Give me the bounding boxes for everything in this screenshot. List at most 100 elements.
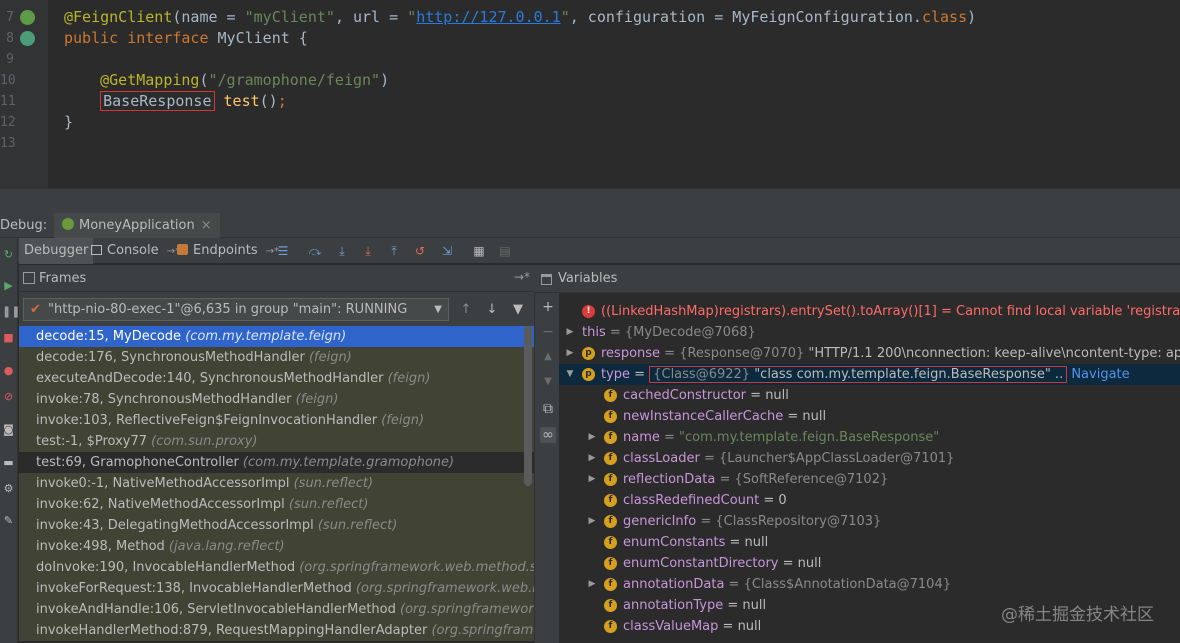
run-to-cursor-icon[interactable]: ⇲: [440, 244, 454, 258]
mute-breakpoints-icon[interactable]: ⊘: [2, 390, 15, 403]
variable-row[interactable]: f cachedConstructor = null: [559, 385, 1180, 406]
camera-icon[interactable]: ◙: [2, 423, 15, 436]
next-frame-icon[interactable]: ↓: [484, 302, 500, 318]
move-up-icon[interactable]: ▲: [540, 349, 556, 365]
stack-frame-row[interactable]: invokeHandlerMethod:879, RequestMappingH…: [19, 620, 534, 641]
copy-icon[interactable]: ⧉: [540, 401, 556, 417]
stack-frame-row[interactable]: decode:176, SynchronousMethodHandler (fe…: [19, 347, 534, 368]
code-token: @FeignClient: [64, 8, 173, 26]
expand-arrow-icon[interactable]: ▶: [565, 322, 575, 343]
frame-package: (org.springframework.web.method.s: [355, 581, 534, 596]
variable-row[interactable]: ▶ f classLoader = {Launcher$AppClassLoader…: [559, 448, 1180, 469]
stack-frame-row[interactable]: decode:15, MyDecode (com.my.template.fei…: [19, 326, 534, 347]
trace-stream-icon[interactable]: ▤: [498, 244, 512, 258]
stack-frame-row[interactable]: invoke0:-1, NativeMethodAccessorImpl (su…: [19, 473, 534, 494]
variable-name: classValueMap: [623, 619, 719, 634]
layout-icon[interactable]: ▬: [2, 456, 15, 469]
resume-icon[interactable]: ▶: [2, 279, 15, 292]
variable-text: this = {MyDecode@7068}: [582, 322, 756, 343]
filter-icon[interactable]: ▼: [510, 302, 526, 318]
variable-row[interactable]: f enumConstants = null: [559, 532, 1180, 553]
collapse-arrow-icon[interactable]: ▼: [565, 364, 575, 385]
variable-row[interactable]: ▶ f annotationData = {Class$AnnotationData…: [559, 574, 1180, 595]
rerun-icon[interactable]: ↻: [2, 248, 15, 261]
debug-toolbar: Debugger Console →* Endpoints →* ☰ ⤼ ⤓ ⤓…: [0, 238, 1180, 264]
step-into-icon[interactable]: ⤓: [335, 244, 349, 258]
code-editor[interactable]: 7 @FeignClient(name = "myClient", url = "…: [0, 0, 1180, 188]
stack-frame-row[interactable]: invokeForRequest:138, InvocableHandlerMe…: [19, 578, 534, 599]
evaluate-expression-icon[interactable]: ▦: [472, 244, 486, 258]
variable-row[interactable]: ! ((LinkedHashMap)registrars).entrySet().…: [559, 301, 1180, 322]
variables-header: Variables: [534, 265, 1180, 293]
expand-arrow-icon[interactable]: ▶: [565, 343, 575, 364]
expand-arrow-icon[interactable]: ▶: [587, 427, 597, 448]
stack-frame-row[interactable]: executeAndDecode:140, SynchronousMethodH…: [19, 368, 534, 389]
line-number: 7: [6, 10, 14, 25]
close-icon[interactable]: ×: [201, 218, 212, 233]
stack-frame-row[interactable]: invoke:78, SynchronousMethodHandler (fei…: [19, 389, 534, 410]
navigate-link[interactable]: Navigate: [1067, 367, 1129, 382]
variable-text: classValueMap = null: [623, 616, 761, 637]
step-out-icon[interactable]: ⤒: [387, 244, 401, 258]
pin-tab-icon[interactable]: →*: [514, 270, 530, 284]
debug-session-label: MoneyApplication: [79, 218, 195, 233]
view-breakpoints-icon[interactable]: ●: [2, 364, 15, 377]
show-watches-icon[interactable]: ∞: [540, 427, 556, 443]
variable-row[interactable]: f enumConstantDirectory = null: [559, 553, 1180, 574]
show-execution-point-icon[interactable]: ☰: [276, 244, 290, 258]
code-token: ): [967, 8, 977, 26]
step-over-icon[interactable]: ⤼: [308, 244, 322, 258]
frame-method: invoke:103, ReflectiveFeign$FeignInvocat…: [36, 413, 382, 428]
spring-boot-icon: [62, 218, 74, 230]
stack-frame-row[interactable]: invokeAndHandle:106, ServletInvocableHan…: [19, 599, 534, 620]
stack-frame-row[interactable]: invoke:103, ReflectiveFeign$FeignInvocat…: [19, 410, 534, 431]
remove-watch-icon[interactable]: −: [540, 324, 556, 340]
variable-row[interactable]: ▶ f name = "com.my.template.feign.BaseResp…: [559, 427, 1180, 448]
stack-frame-row[interactable]: doInvoke:190, InvocableHandlerMethod (or…: [19, 557, 534, 578]
variable-row[interactable]: f classRedefinedCount = 0: [559, 490, 1180, 511]
stack-frame-row[interactable]: test:-1, $Proxy77 (com.sun.proxy): [19, 431, 534, 452]
variable-row[interactable]: ▼ p type = {Class@6922} "class com.my.temp…: [559, 364, 1180, 385]
expand-arrow-icon[interactable]: ▶: [587, 469, 597, 490]
stack-frame-row[interactable]: invoke:43, DelegatingMethodAccessorImpl …: [19, 515, 534, 536]
variable-row[interactable]: f newInstanceCallerCache = null: [559, 406, 1180, 427]
variable-text: classRedefinedCount = 0: [623, 490, 787, 511]
frame-method: invoke:43, DelegatingMethodAccessorImpl: [36, 518, 318, 533]
pin-icon[interactable]: ✎: [2, 514, 15, 527]
tab-endpoints[interactable]: Endpoints →*: [172, 238, 284, 264]
variable-row[interactable]: ▶ f genericInfo = {ClassRepository@7103}: [559, 511, 1180, 532]
feign-client-icon[interactable]: [20, 31, 35, 46]
field-icon: f: [604, 452, 617, 465]
expand-arrow-icon[interactable]: ▶: [587, 511, 597, 532]
force-step-into-icon[interactable]: ⤓: [361, 244, 375, 258]
expand-arrow-icon[interactable]: ▶: [587, 574, 597, 595]
debug-session-tab[interactable]: MoneyApplication ×: [54, 213, 220, 238]
stop-icon[interactable]: ■: [2, 331, 15, 344]
thread-select[interactable]: ✔ "http-nio-80-exec-1"@6,635 in group "m…: [23, 298, 449, 321]
expand-arrow-icon[interactable]: ▶: [587, 448, 597, 469]
stack-frame-row[interactable]: invoke:62, NativeMethodAccessorImpl (sun…: [19, 494, 534, 515]
frames-header: Frames →*: [19, 265, 534, 292]
variable-text: type = {Class@6922} "class com.my.templa…: [601, 364, 1130, 385]
code-token: "/gramophone/feign": [208, 71, 381, 89]
drop-frame-icon[interactable]: ↺: [413, 244, 427, 258]
spring-bean-icon[interactable]: [20, 10, 35, 25]
variable-row[interactable]: ▶ this = {MyDecode@7068}: [559, 322, 1180, 343]
code-line: 8 public interface MyClient {: [0, 28, 1180, 49]
move-down-icon[interactable]: ▼: [540, 374, 556, 390]
code-line: 11 BaseResponse test();: [0, 91, 1180, 112]
variable-row[interactable]: ▶ f reflectionData = {SoftReference@7102}: [559, 469, 1180, 490]
line-number: 9: [6, 52, 14, 67]
code-line: 9: [0, 49, 1180, 70]
tab-console[interactable]: Console →*: [86, 238, 185, 264]
gear-icon[interactable]: ⚙: [2, 482, 15, 495]
tab-debugger[interactable]: Debugger: [19, 238, 94, 264]
new-watch-icon[interactable]: +: [540, 299, 556, 315]
debug-tool-window-header: Debug: MoneyApplication ×: [0, 213, 1180, 238]
stack-frame-row[interactable]: test:69, GramophoneController (com.my.te…: [19, 452, 534, 473]
previous-frame-icon[interactable]: ↑: [458, 302, 474, 318]
frames-scrollbar[interactable]: [524, 326, 532, 486]
pause-icon[interactable]: ❚❚: [2, 305, 20, 318]
variable-row[interactable]: ▶ p response = {Response@7070} "HTTP/1.1 2…: [559, 343, 1180, 364]
stack-frame-row[interactable]: invoke:498, Method (java.lang.reflect): [19, 536, 534, 557]
